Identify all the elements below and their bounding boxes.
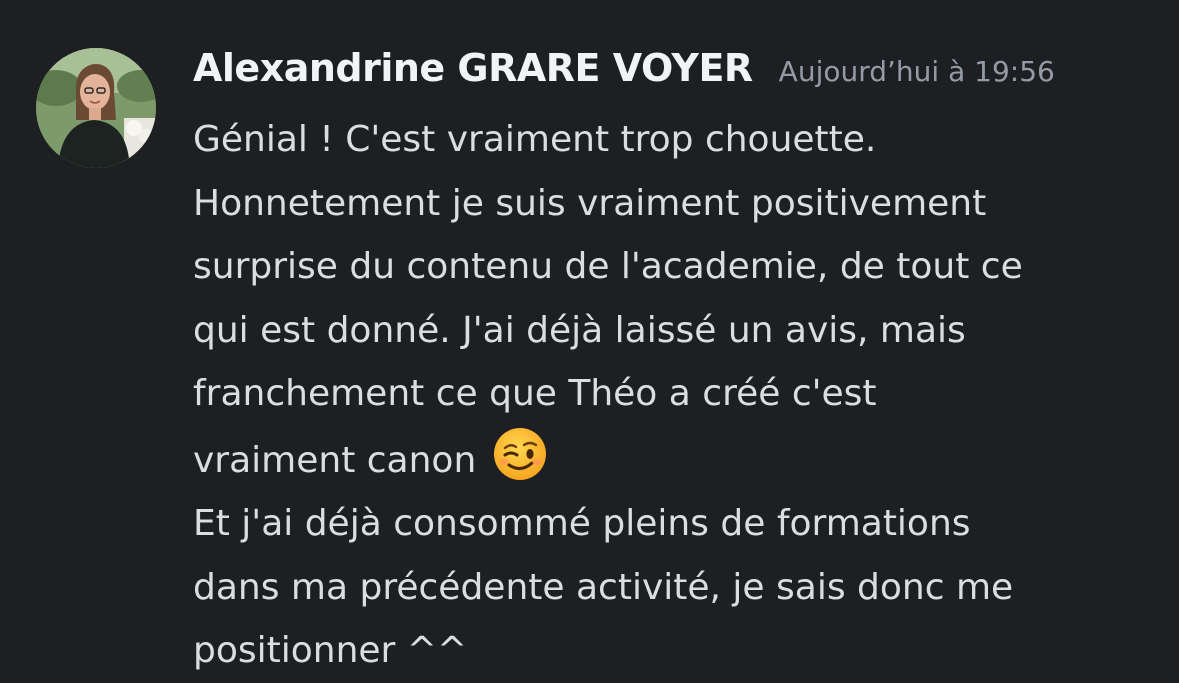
message-header: Alexandrine GRARE VOYER Aujourd’hui à 19… [193, 46, 1055, 90]
message-line: Et j'ai déjà consommé pleins de formatio… [193, 503, 971, 544]
message-line: Honnetement je suis vraiment positivemen… [193, 182, 987, 224]
message-line: positionner ^^ [193, 630, 468, 671]
message-line: vraiment canon [193, 439, 477, 481]
message-line: franchement ce que Théo a créé c'est [193, 373, 877, 414]
avatar[interactable] [36, 48, 156, 168]
chat-message: Alexandrine GRARE VOYER Aujourd’hui à 19… [0, 0, 1179, 683]
avatar-photo-icon [36, 48, 156, 168]
author-name[interactable]: Alexandrine GRARE VOYER [193, 46, 753, 90]
message-line-with-emoji: vraiment canon [193, 426, 1153, 493]
message-line: dans ma précédente activité, je sais don… [193, 566, 1014, 608]
message-line: surprise du contenu de l'academie, de to… [193, 246, 1023, 287]
message-line: Génial ! C'est vraiment trop chouette. [193, 119, 877, 160]
message-line: qui est donné. J'ai déjà laissé un avis,… [193, 309, 966, 351]
winking-face-icon [492, 426, 548, 482]
message-body: Génial ! C'est vraiment trop chouette. H… [193, 108, 1153, 683]
message-timestamp: Aujourd’hui à 19:56 [778, 55, 1055, 88]
